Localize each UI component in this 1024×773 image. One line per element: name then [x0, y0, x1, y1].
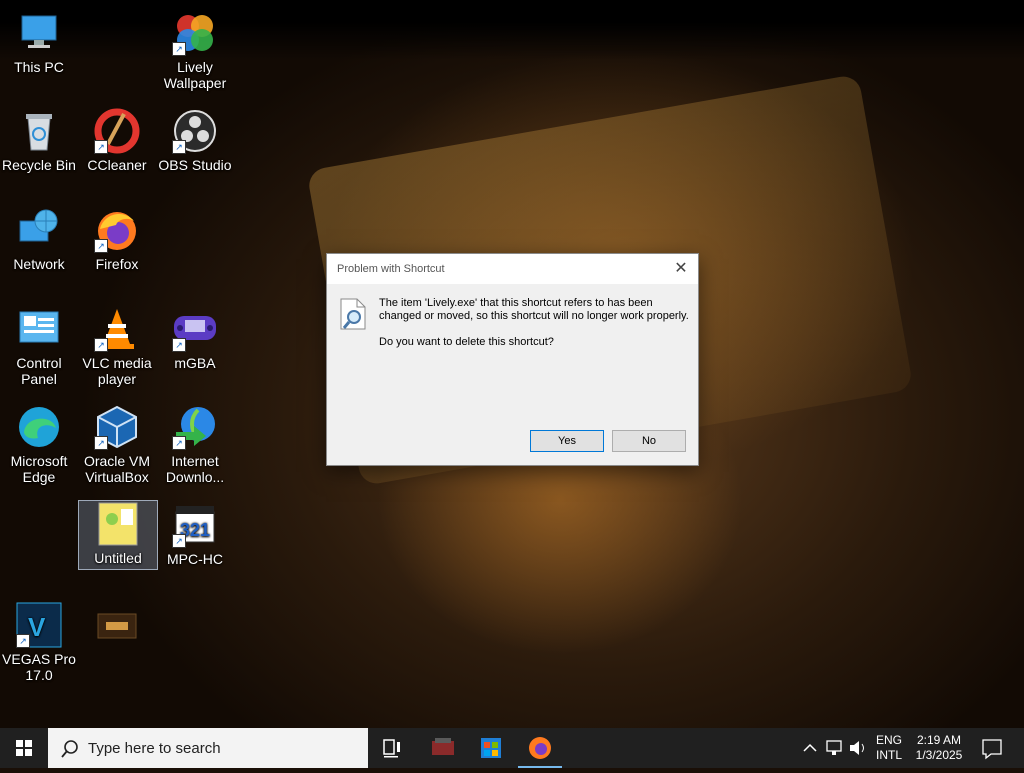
desktop-icon-label: Firefox: [95, 256, 139, 272]
dialog-message: The item 'Lively.exe' that this shortcut…: [379, 297, 689, 362]
firefox-taskbar-icon: [529, 737, 551, 759]
desktop-icon-lively-wallpaper[interactable]: ↗ Lively Wallpaper: [156, 10, 234, 91]
desktop-icon-mgba[interactable]: ↗ mGBA: [156, 306, 234, 371]
desktop-icon-obs[interactable]: ↗ OBS Studio: [156, 108, 234, 173]
network-tray-icon: [826, 740, 842, 755]
dialog-titlebar[interactable]: Problem with Shortcut ✕: [327, 254, 698, 284]
desktop-icon-label: Microsoft Edge: [10, 453, 68, 485]
computer-icon: [16, 10, 62, 56]
windows-logo-icon: [16, 740, 32, 756]
game-app-icon: [432, 738, 454, 755]
no-button[interactable]: No: [612, 430, 686, 452]
desktop-icon-virtualbox[interactable]: ↗ Oracle VM VirtualBox: [78, 404, 156, 485]
clock[interactable]: 2:19 AM 1/3/2025: [908, 728, 970, 773]
image-thumbnail-icon: [95, 501, 141, 547]
task-view-button[interactable]: [368, 728, 416, 768]
dialog-title: Problem with Shortcut: [337, 263, 445, 275]
taskbar-app-game[interactable]: [419, 728, 467, 768]
taskbar: Type here to search ENG INTL 2:19 AM 1/3…: [0, 728, 1024, 768]
chevron-up-icon: [803, 743, 817, 752]
desktop-icon-label: OBS Studio: [158, 157, 232, 173]
desktop-icon-label: Untitled: [94, 550, 142, 566]
microsoft-store-icon: [481, 738, 501, 758]
svg-text:V: V: [28, 612, 46, 642]
close-icon[interactable]: ✕: [670, 258, 692, 280]
network-status-button[interactable]: [822, 728, 846, 768]
control-panel-icon: [16, 306, 62, 352]
mgba-icon: ↗: [172, 306, 218, 352]
clock-date: 1/3/2025: [915, 748, 963, 762]
search-icon: [61, 740, 78, 758]
desktop-icon-label: Recycle Bin: [2, 157, 76, 173]
yes-button[interactable]: Yes: [530, 430, 604, 452]
edge-icon: [16, 404, 62, 450]
vlc-cone-icon: ↗: [94, 306, 140, 352]
desktop-icon-label: Network: [13, 256, 65, 272]
show-hidden-icons-button[interactable]: [800, 728, 820, 768]
speaker-icon: [850, 741, 864, 755]
ccleaner-icon: ↗: [94, 108, 140, 154]
notification-icon: [982, 739, 1002, 760]
desktop-icon-this-pc[interactable]: This PC: [0, 10, 78, 75]
task-view-icon: [383, 739, 400, 758]
clock-time: 2:19 AM: [916, 733, 962, 747]
desktop-icon-vlc[interactable]: ↗ VLC media player: [78, 306, 156, 387]
desktop-icon-label: VEGAS Pro 17.0: [2, 651, 76, 683]
desktop-icon-firefox[interactable]: ↗ Firefox: [78, 207, 156, 272]
language-code: ENG: [875, 733, 902, 747]
desktop-icon-ccleaner[interactable]: ↗ CCleaner: [78, 108, 156, 173]
firefox-icon: ↗: [94, 207, 140, 253]
desktop-icon-recycle-bin[interactable]: Recycle Bin: [0, 108, 78, 173]
document-search-icon: [339, 298, 367, 330]
keyboard-layout: INTL: [875, 748, 902, 762]
desktop-icon-vegas-pro[interactable]: V ↗ VEGAS Pro 17.0: [0, 602, 78, 683]
desktop-icon-label: Internet Downlo...: [165, 453, 225, 485]
start-button[interactable]: [0, 728, 48, 768]
taskbar-search-box[interactable]: Type here to search: [48, 728, 368, 768]
desktop-icon-edge[interactable]: Microsoft Edge: [0, 404, 78, 485]
desktop-icon-control-panel[interactable]: Control Panel: [0, 306, 78, 387]
problem-with-shortcut-dialog: Problem with Shortcut ✕ The item 'Lively…: [326, 253, 699, 466]
desktop-icon-label: This PC: [14, 59, 64, 75]
language-indicator[interactable]: ENG INTL: [872, 728, 906, 773]
desktop-icon-video-file[interactable]: [78, 602, 156, 651]
desktop-icon-label: MPC-HC: [167, 551, 223, 567]
network-icon: [16, 207, 62, 253]
desktop-icon-label: Oracle VM VirtualBox: [83, 453, 151, 485]
internet-download-manager-icon: ↗: [172, 404, 218, 450]
lively-wallpaper-icon: ↗: [172, 10, 218, 56]
dialog-question-text: Do you want to delete this shortcut?: [379, 336, 554, 348]
desktop-icon-label: Control Panel: [16, 355, 62, 387]
vegas-pro-icon: V ↗: [16, 602, 62, 648]
desktop-icon-label: CCleaner: [87, 157, 147, 173]
desktop-icon-network[interactable]: Network: [0, 207, 78, 272]
desktop-icon-internet-download-manager[interactable]: ↗ Internet Downlo...: [156, 404, 234, 485]
desktop-icon-label: VLC media player: [82, 355, 152, 387]
dialog-message-text: The item 'Lively.exe' that this shortcut…: [379, 297, 689, 322]
notifications-button[interactable]: [976, 728, 1008, 768]
video-thumbnail-icon: [94, 602, 140, 648]
desktop-icon-label: Lively Wallpaper: [163, 59, 227, 91]
desktop-icon-untitled[interactable]: Untitled: [78, 500, 158, 570]
recycle-bin-icon: [16, 108, 62, 154]
taskbar-app-store[interactable]: [467, 728, 515, 768]
taskbar-app-firefox[interactable]: [516, 728, 564, 768]
desktop-icon-label: mGBA: [174, 355, 216, 371]
desktop-icon-mpc-hc[interactable]: 321 ↗ MPC-HC: [156, 502, 234, 567]
mpc-hc-icon: 321 ↗: [172, 502, 218, 548]
obs-studio-icon: ↗: [172, 108, 218, 154]
volume-button[interactable]: [846, 728, 870, 768]
search-placeholder: Type here to search: [88, 740, 221, 757]
virtualbox-icon: ↗: [94, 404, 140, 450]
desktop[interactable]: This PC Recycle Bin Network Control Pane…: [0, 0, 1024, 728]
